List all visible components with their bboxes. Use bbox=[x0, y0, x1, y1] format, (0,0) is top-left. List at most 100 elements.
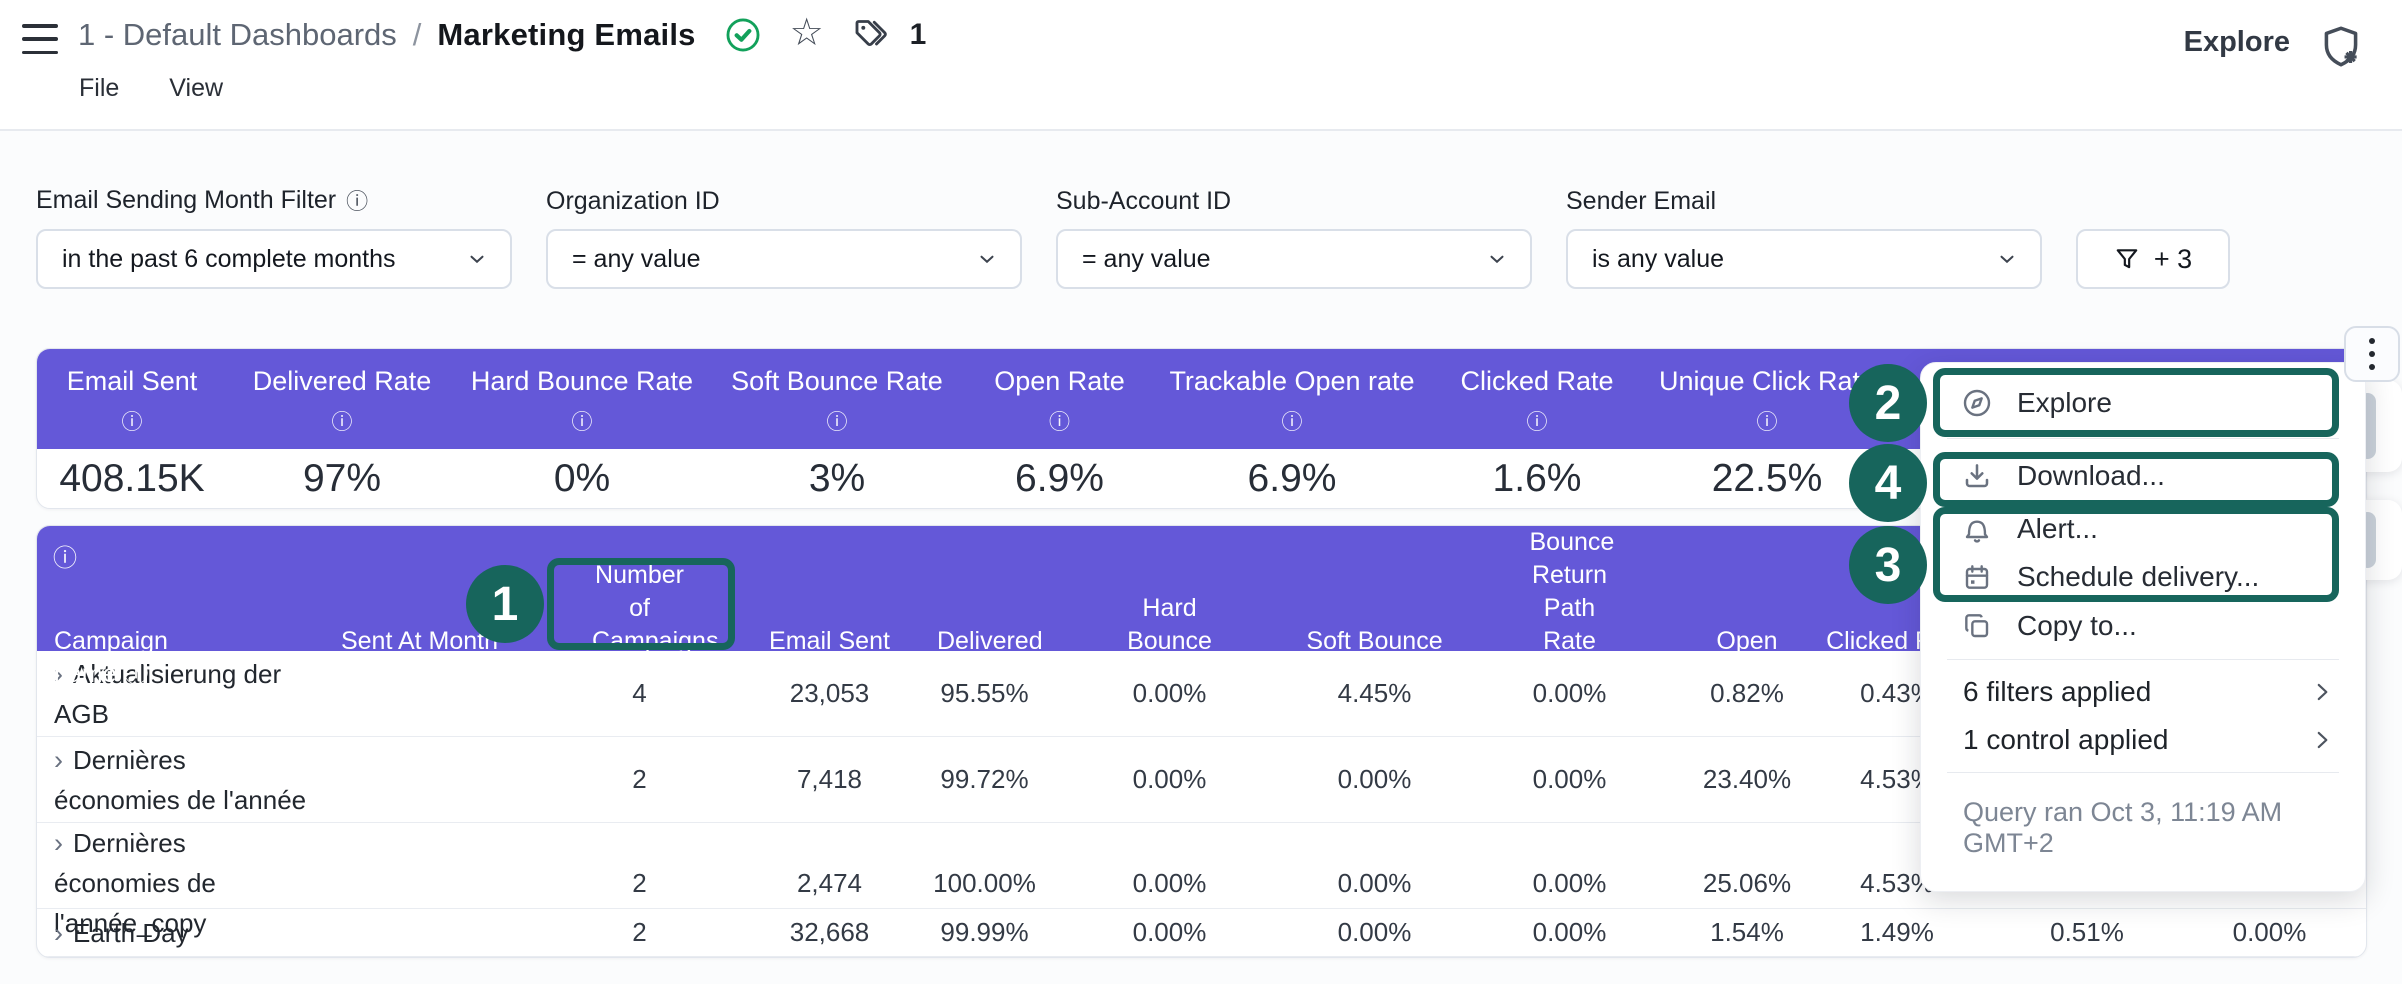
info-icon[interactable]: ⓘ bbox=[122, 406, 143, 436]
filter-label: Email Sending Month Filter ⓘ bbox=[36, 184, 512, 216]
kpi-value-delivered-rate: 97% bbox=[227, 457, 457, 501]
tags-icon[interactable] bbox=[852, 17, 892, 53]
filter-group-sender-email: Sender Email is any value bbox=[1566, 187, 2042, 289]
tile-context-menu: Explore Download... Alert... Schedule de… bbox=[1920, 362, 2366, 892]
page-title: Marketing Emails bbox=[437, 17, 695, 53]
kpi-header-open-rate: Open Rateⓘ bbox=[967, 349, 1152, 449]
info-icon[interactable]: ⓘ bbox=[1049, 406, 1070, 436]
filter-group-email-sending-month: Email Sending Month Filter ⓘ in the past… bbox=[36, 184, 512, 289]
info-icon[interactable]: ⓘ bbox=[572, 406, 593, 436]
info-icon: ⓘ bbox=[1884, 660, 1909, 688]
tag-count: 1 bbox=[910, 18, 927, 52]
kpi-header-clicked-rate: Clicked Rateⓘ bbox=[1432, 349, 1642, 449]
column-header-campaign-name[interactable]: Campaign name ⓘ bbox=[37, 526, 307, 706]
menu-file[interactable]: File bbox=[79, 74, 119, 103]
info-icon[interactable]: ⓘ bbox=[1757, 406, 1778, 436]
menu-item-schedule-delivery[interactable]: Schedule delivery... bbox=[1921, 553, 2365, 601]
app-menubar: File View bbox=[79, 74, 223, 103]
info-icon[interactable]: ⓘ bbox=[332, 406, 353, 436]
menu-view[interactable]: View bbox=[169, 74, 223, 103]
filter-label: Sender Email bbox=[1566, 187, 2042, 216]
info-icon: ⓘ bbox=[817, 660, 842, 688]
info-icon[interactable]: ⓘ bbox=[1527, 406, 1548, 436]
query-timestamp: Query ran Oct 3, 11:19 AM GMT+2 bbox=[1921, 781, 2365, 859]
column-header-sent-at-month[interactable]: Sent At Month ⓘ bbox=[307, 526, 532, 706]
kpi-value-hard-bounce-rate: 0% bbox=[457, 457, 707, 501]
filter-group-sub-account-id: Sub-Account ID = any value bbox=[1056, 187, 1532, 289]
info-icon[interactable]: ⓘ bbox=[53, 538, 77, 573]
column-header-open-rate[interactable]: Open Rate ⓘ bbox=[1672, 526, 1822, 706]
chevron-down-icon bbox=[466, 248, 488, 270]
kpi-header-delivered-rate: Delivered Rateⓘ bbox=[227, 349, 457, 449]
info-icon: ⓘ bbox=[1002, 660, 1027, 688]
sender-email-select[interactable]: is any value bbox=[1566, 229, 2042, 289]
kpi-value-open-rate: 6.9% bbox=[967, 457, 1152, 501]
filter-bar: Email Sending Month Filter ⓘ in the past… bbox=[36, 184, 2230, 289]
breadcrumb-separator: / bbox=[413, 17, 422, 53]
explore-link[interactable]: Explore bbox=[2184, 26, 2290, 59]
expand-chevron-icon[interactable]: › bbox=[54, 918, 63, 948]
menu-item-explore[interactable]: Explore bbox=[1921, 376, 2365, 430]
column-header-email-sent[interactable]: Email Sent ⓘ bbox=[747, 526, 912, 706]
kpi-value-unique-click-rate: 22.5% bbox=[1642, 457, 1892, 501]
column-header-hard-bounce-rate[interactable]: Hard Bounce Rate ⓘ bbox=[1057, 526, 1282, 706]
chevron-right-icon bbox=[2309, 727, 2335, 753]
menu-divider bbox=[1947, 659, 2339, 660]
verified-check-icon bbox=[724, 16, 762, 54]
chevron-right-icon bbox=[2309, 679, 2335, 705]
menu-divider bbox=[1947, 438, 2339, 439]
sub-account-id-select[interactable]: = any value bbox=[1056, 229, 1532, 289]
info-icon: ⓘ bbox=[1392, 660, 1417, 688]
table-row[interactable]: ›Earth Day 2 32,668 99.99% 0.00% 0.00% 0… bbox=[37, 909, 2366, 957]
column-header-soft-bounce-rate[interactable]: Soft Bounce Rate ⓘ bbox=[1282, 526, 1467, 706]
info-icon: ⓘ bbox=[1764, 660, 1789, 688]
organization-id-select[interactable]: = any value bbox=[546, 229, 1022, 289]
shield-gear-icon[interactable] bbox=[2316, 22, 2366, 72]
info-icon: ⓘ bbox=[1187, 660, 1212, 688]
kpi-header-hard-bounce-rate: Hard Bounce Rateⓘ bbox=[457, 349, 707, 449]
expand-chevron-icon[interactable]: › bbox=[54, 828, 63, 858]
top-bar: 1 - Default Dashboards / Marketing Email… bbox=[0, 0, 2402, 131]
chevron-down-icon bbox=[1486, 248, 1508, 270]
download-icon bbox=[1961, 460, 1993, 492]
menu-item-copy-to[interactable]: Copy to... bbox=[1921, 601, 2365, 651]
copy-icon bbox=[1961, 610, 1993, 642]
calendar-icon bbox=[1961, 561, 1993, 593]
expand-chevron-icon[interactable]: › bbox=[54, 745, 63, 775]
kpi-header-soft-bounce-rate: Soft Bounce Rateⓘ bbox=[707, 349, 967, 449]
menu-item-filters-applied[interactable]: 6 filters applied bbox=[1921, 668, 2365, 716]
filter-label: Sub-Account ID bbox=[1056, 187, 1532, 216]
compass-icon bbox=[1961, 387, 1993, 419]
column-header-delivered-rate[interactable]: Delivered Rate ⓘ bbox=[912, 526, 1057, 706]
funnel-icon bbox=[2114, 246, 2140, 272]
kpi-header-trackable-open-rate: Trackable Open rateⓘ bbox=[1152, 349, 1432, 449]
kpi-value-soft-bounce-rate: 3% bbox=[707, 457, 967, 501]
breadcrumb-root[interactable]: 1 - Default Dashboards bbox=[78, 17, 397, 53]
menu-item-alert[interactable]: Alert... bbox=[1921, 505, 2365, 553]
info-icon: ⓘ bbox=[124, 660, 149, 688]
menu-item-controls-applied[interactable]: 1 control applied bbox=[1921, 716, 2365, 764]
column-header-number-of-campaigns[interactable]: Number of Campaigns ↓ bbox=[532, 526, 747, 706]
more-filters-button[interactable]: + 3 bbox=[2076, 229, 2230, 289]
kpi-value-clicked-rate: 1.6% bbox=[1432, 457, 1642, 501]
bell-icon bbox=[1961, 513, 1993, 545]
chevron-down-icon bbox=[976, 248, 998, 270]
info-icon[interactable]: ⓘ bbox=[827, 406, 848, 436]
info-icon[interactable]: ⓘ bbox=[346, 184, 368, 216]
menu-divider bbox=[1947, 772, 2339, 773]
info-icon[interactable]: ⓘ bbox=[1282, 406, 1303, 436]
column-header-bounce-return-path-rate[interactable]: Bounce Return Path Rate ⓘ bbox=[1467, 526, 1672, 706]
sort-desc-icon: ↓ bbox=[633, 660, 646, 688]
filter-label: Organization ID bbox=[546, 187, 1022, 216]
favorite-star-icon[interactable]: ☆ bbox=[790, 14, 824, 52]
email-sending-month-select[interactable]: in the past 6 complete months bbox=[36, 229, 512, 289]
tile-options-kebab-button[interactable] bbox=[2344, 326, 2400, 382]
hamburger-menu-icon[interactable] bbox=[22, 24, 58, 54]
filter-group-organization-id: Organization ID = any value bbox=[546, 187, 1022, 289]
info-icon: ⓘ bbox=[407, 660, 432, 688]
kpi-header-unique-click-rate: Unique Click Rateⓘ bbox=[1642, 349, 1892, 449]
kpi-header-email-sent: Email Sentⓘ bbox=[37, 349, 227, 449]
info-icon: ⓘ bbox=[1557, 660, 1582, 688]
kpi-value-email-sent: 408.15K bbox=[37, 457, 227, 501]
menu-item-download[interactable]: Download... bbox=[1921, 447, 2365, 505]
